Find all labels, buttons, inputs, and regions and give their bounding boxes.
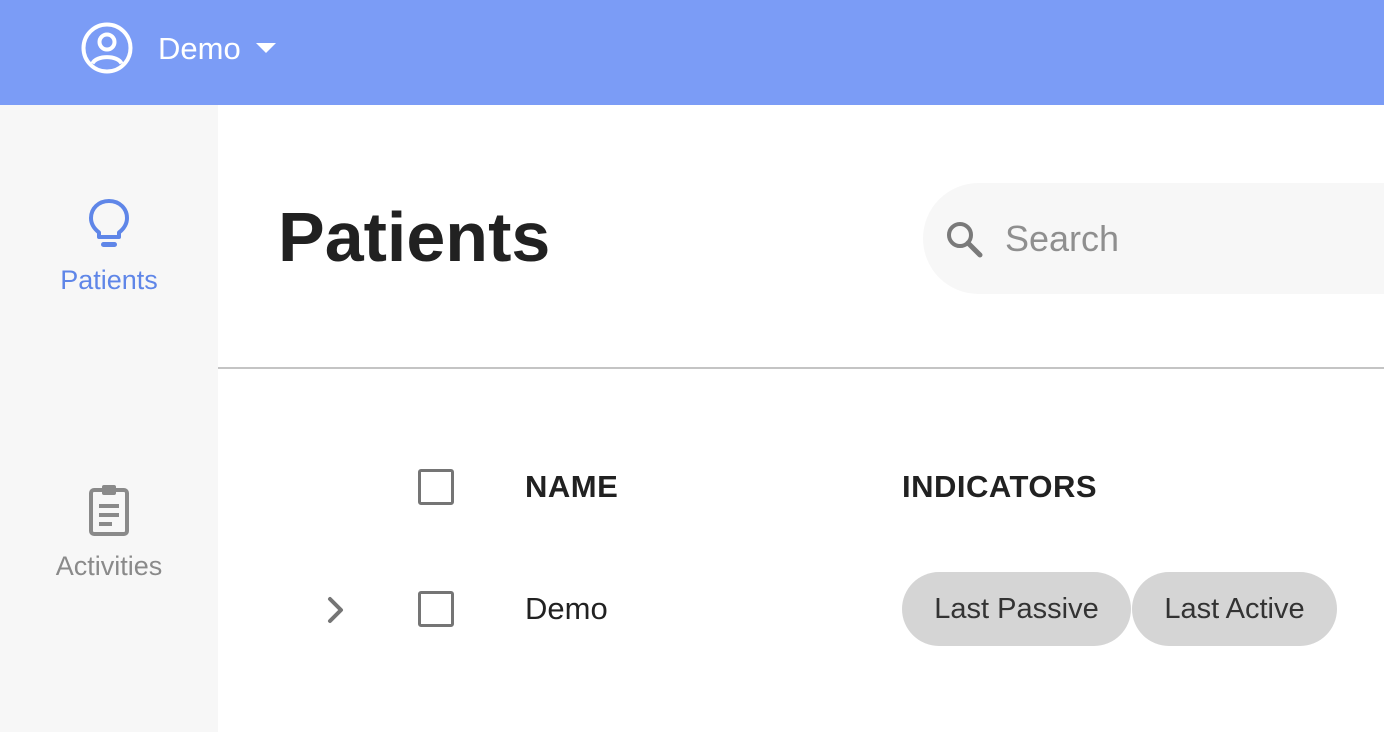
- clipboard-icon: [89, 485, 129, 536]
- search-icon: [947, 221, 983, 257]
- patient-name[interactable]: Demo: [525, 593, 608, 624]
- column-header-name[interactable]: NAME: [525, 471, 618, 502]
- main-content: Patients NAME INDICATORS Demo Last Passi…: [218, 105, 1384, 732]
- search-box[interactable]: [923, 183, 1384, 294]
- column-header-indicators[interactable]: INDICATORS: [902, 471, 1097, 502]
- caret-down-icon: [255, 43, 276, 53]
- row-checkbox[interactable]: [418, 591, 454, 627]
- select-all-checkbox[interactable]: [418, 469, 454, 505]
- sidebar-item-patients[interactable]: Patients: [0, 197, 218, 296]
- sidebar-item-label: Activities: [55, 551, 163, 581]
- user-name: Demo: [158, 30, 241, 66]
- header-divider: [218, 367, 1384, 369]
- indicator-chip-last-passive[interactable]: Last Passive: [902, 572, 1131, 646]
- indicator-chip-last-active[interactable]: Last Active: [1132, 572, 1337, 646]
- search-input[interactable]: [1005, 217, 1384, 260]
- user-menu[interactable]: Demo: [80, 22, 277, 74]
- sidebar-item-label: Patients: [60, 265, 158, 295]
- sidebar-item-activities[interactable]: Activities: [0, 483, 218, 582]
- chevron-right-icon[interactable]: [324, 595, 348, 625]
- page-title: Patients: [278, 198, 551, 276]
- sidebar: Patients Activities: [0, 105, 218, 732]
- account-circle-icon: [81, 22, 133, 74]
- lightbulb-icon: [89, 199, 129, 247]
- top-bar: Demo: [0, 0, 1384, 105]
